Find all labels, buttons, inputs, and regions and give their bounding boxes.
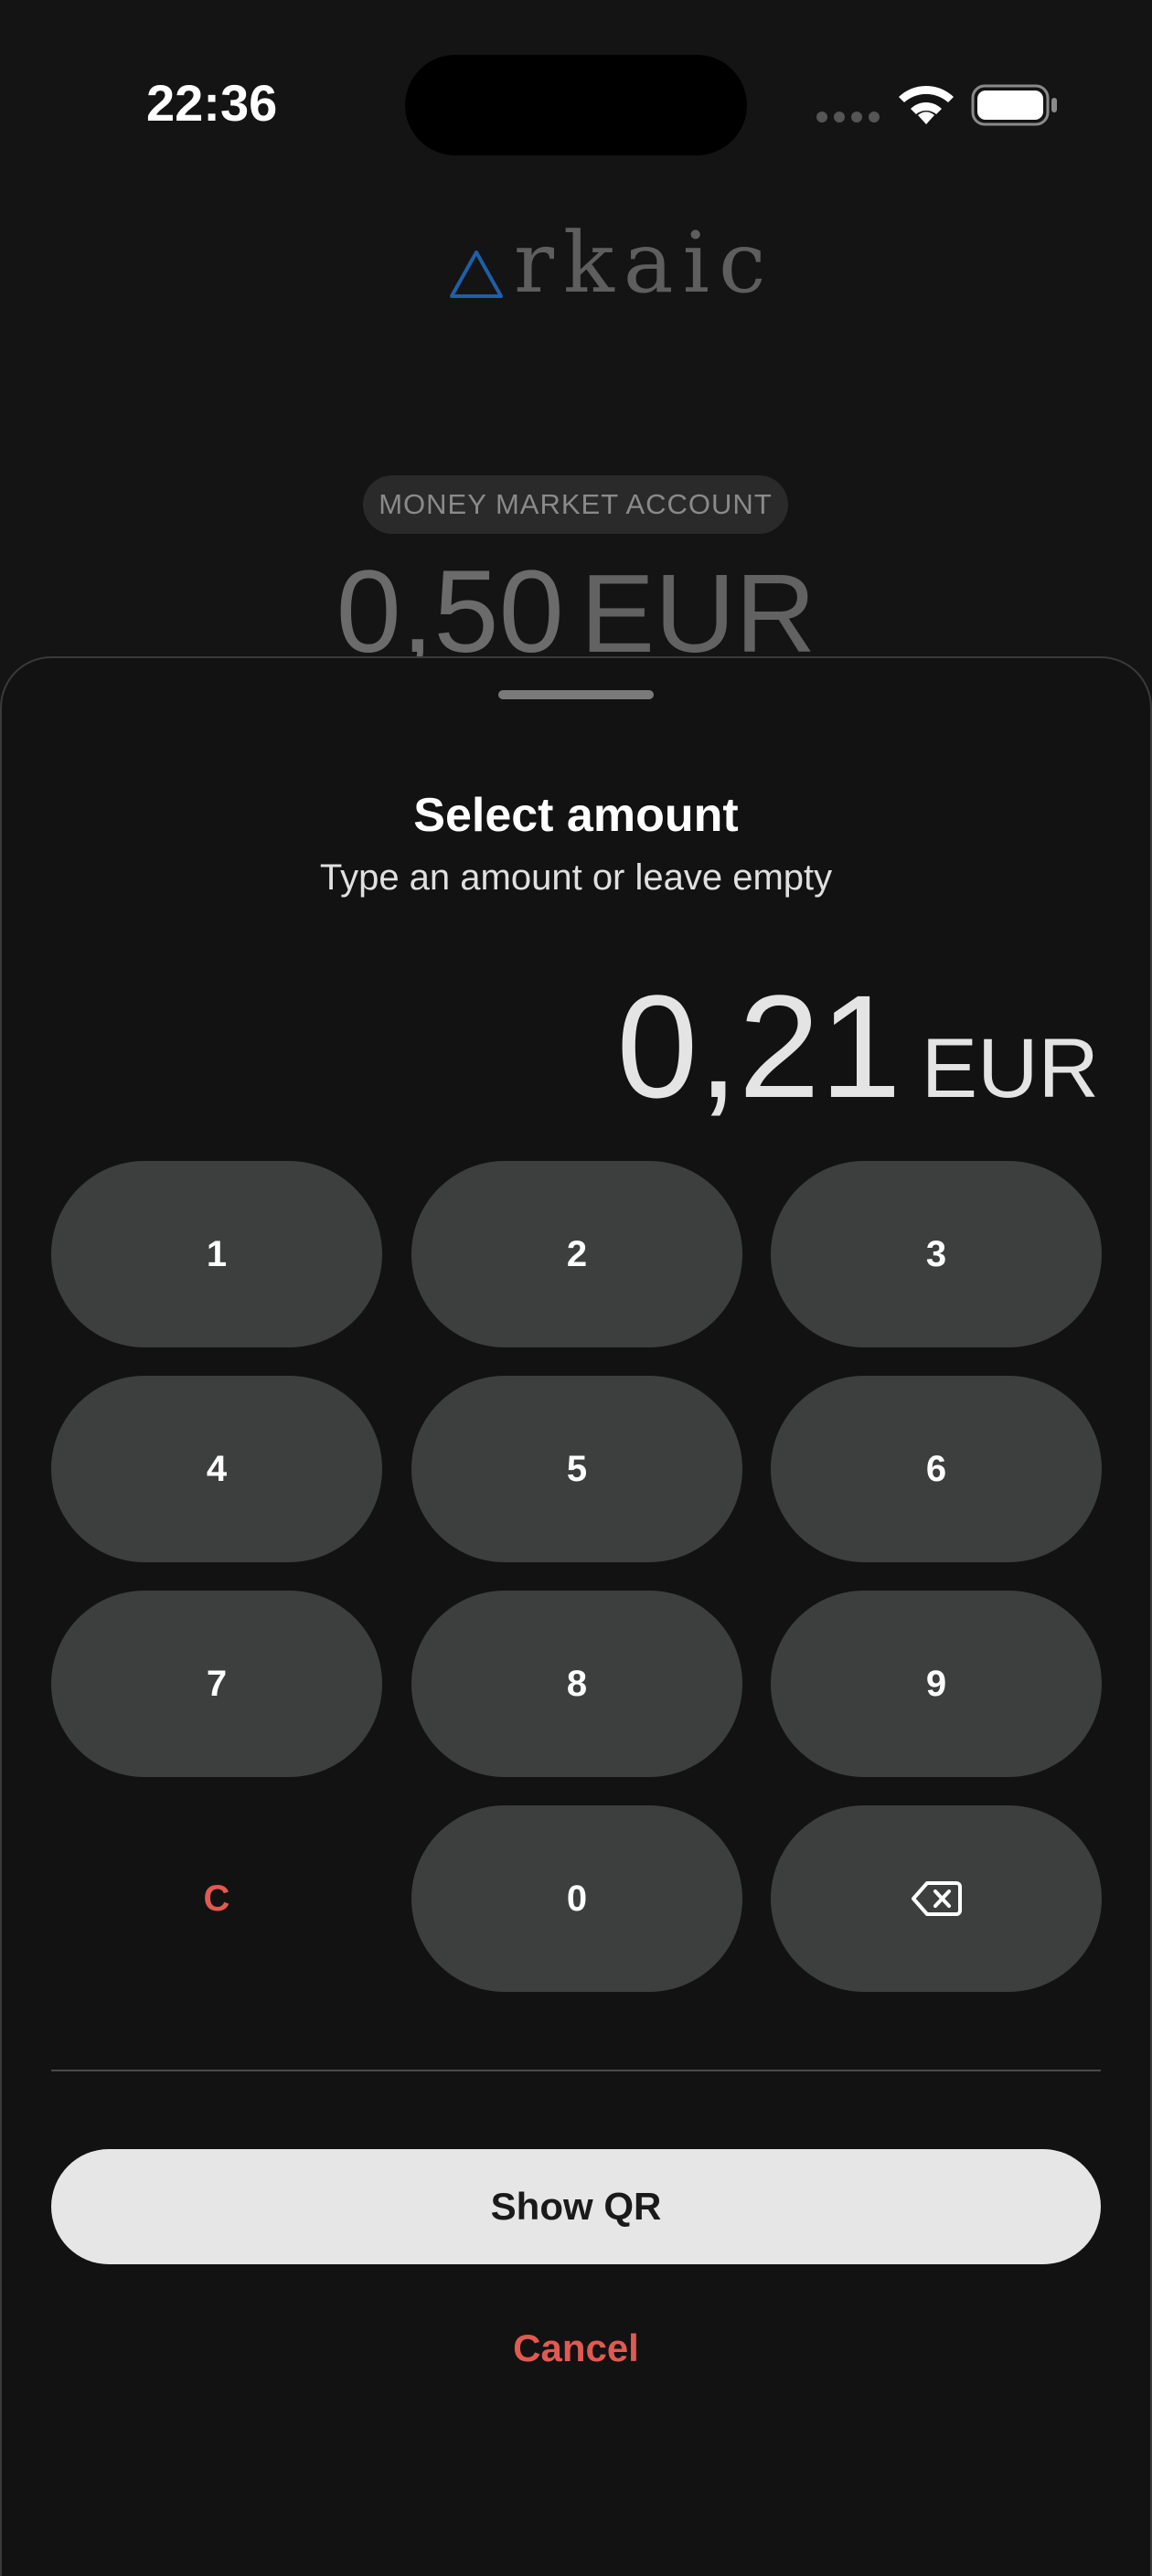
dynamic-island bbox=[405, 55, 747, 155]
show-qr-button[interactable]: Show QR bbox=[51, 2149, 1101, 2264]
key-9[interactable]: 9 bbox=[771, 1591, 1102, 1777]
logo-triangle-icon bbox=[450, 250, 503, 298]
key-0[interactable]: 0 bbox=[411, 1805, 742, 1992]
key-4[interactable]: 4 bbox=[51, 1376, 382, 1562]
cellular-signal-icon bbox=[816, 112, 880, 122]
backspace-icon bbox=[912, 1881, 962, 1916]
key-6[interactable]: 6 bbox=[771, 1376, 1102, 1562]
key-7[interactable]: 7 bbox=[51, 1591, 382, 1777]
key-clear[interactable]: C bbox=[51, 1805, 382, 1992]
divider bbox=[51, 2070, 1101, 2071]
key-2[interactable]: 2 bbox=[411, 1161, 742, 1347]
key-8[interactable]: 8 bbox=[411, 1591, 742, 1777]
account-type-badge: MONEY MARKET ACCOUNT bbox=[363, 475, 788, 534]
wifi-icon bbox=[899, 86, 954, 124]
amount-display: 0,21 EUR bbox=[616, 969, 1099, 1171]
sheet-title: Select amount bbox=[413, 789, 739, 842]
logo-text: rkaic bbox=[514, 214, 775, 312]
sheet-subtitle: Type an amount or leave empty bbox=[319, 857, 833, 898]
cancel-button[interactable]: Cancel bbox=[0, 2326, 1152, 2370]
app-logo: rkaic bbox=[448, 218, 766, 309]
key-backspace[interactable] bbox=[771, 1805, 1102, 1992]
key-1[interactable]: 1 bbox=[51, 1161, 382, 1347]
status-time: 22:36 bbox=[146, 74, 278, 132]
sheet-grabber[interactable] bbox=[498, 690, 654, 699]
amount-value: 0,21 bbox=[616, 964, 901, 1128]
battery-icon bbox=[971, 84, 1057, 126]
key-3[interactable]: 3 bbox=[771, 1161, 1102, 1347]
key-5[interactable]: 5 bbox=[411, 1376, 742, 1562]
amount-currency: EUR bbox=[921, 1022, 1099, 1115]
